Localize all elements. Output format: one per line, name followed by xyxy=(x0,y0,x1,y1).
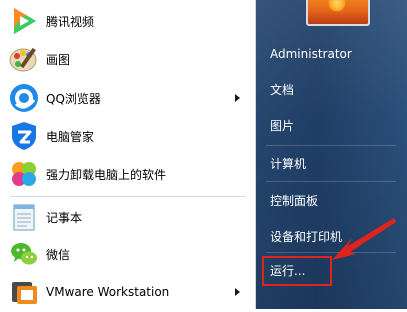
documents-link[interactable]: 文档 xyxy=(270,81,294,98)
user-name-link[interactable]: Administrator xyxy=(270,47,352,61)
program-item-wechat[interactable]: 微信 xyxy=(4,236,252,272)
vmware-icon xyxy=(8,276,40,308)
wechat-icon xyxy=(8,238,40,270)
program-label: 腾讯视频 xyxy=(46,14,95,29)
program-item-uninstaller[interactable]: 强力卸载电脑上的软件 xyxy=(4,156,252,192)
submenu-arrow-icon xyxy=(235,288,240,296)
program-item-vmware[interactable]: VMware Workstation xyxy=(4,274,252,310)
tencent-video-icon xyxy=(8,5,40,37)
program-label: 画图 xyxy=(46,52,71,67)
program-item-qq-browser[interactable]: QQ浏览器 xyxy=(4,80,252,116)
separator xyxy=(10,196,246,197)
program-item-notepad[interactable]: 记事本 xyxy=(4,199,252,235)
right-separator xyxy=(266,181,396,182)
program-label: QQ浏览器 xyxy=(46,91,101,106)
program-label: 记事本 xyxy=(46,210,83,225)
program-label: 强力卸载电脑上的软件 xyxy=(46,167,167,182)
paint-icon xyxy=(8,43,40,75)
annotation-arrow-icon xyxy=(332,218,396,260)
submenu-arrow-icon xyxy=(235,94,240,102)
program-label: 电脑管家 xyxy=(46,129,95,144)
pictures-link[interactable]: 图片 xyxy=(270,117,294,134)
right-separator xyxy=(266,145,396,146)
program-item-pc-manager[interactable]: 电脑管家 xyxy=(4,118,252,154)
user-avatar[interactable] xyxy=(306,0,370,26)
start-menu: 腾讯视频 画图 QQ浏览器 电脑管家 强力卸载电脑上的软件 记事本 微信 VMw… xyxy=(0,0,407,309)
program-item-paint[interactable]: 画图 xyxy=(4,41,252,77)
notepad-icon xyxy=(8,201,40,233)
qq-browser-icon xyxy=(8,82,40,114)
run-highlight-box xyxy=(262,256,332,286)
control-panel-link[interactable]: 控制面板 xyxy=(270,192,318,209)
uninstaller-icon xyxy=(8,158,40,190)
program-label: 微信 xyxy=(46,247,71,262)
program-label: VMware Workstation xyxy=(46,285,170,299)
program-item-tencent-video[interactable]: 腾讯视频 xyxy=(4,3,252,39)
computer-link[interactable]: 计算机 xyxy=(270,155,306,172)
programs-pane: 腾讯视频 画图 QQ浏览器 电脑管家 强力卸载电脑上的软件 记事本 微信 VMw… xyxy=(0,0,256,309)
pc-manager-icon xyxy=(8,120,40,152)
